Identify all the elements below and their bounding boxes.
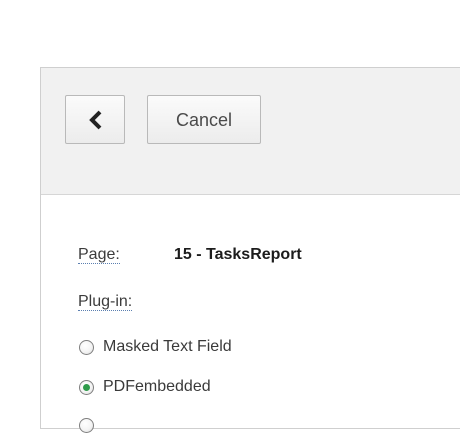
chevron-left-icon [89,110,102,130]
radio-button[interactable] [79,340,94,355]
back-button[interactable] [65,95,125,144]
radio-label: Masked Text Field [103,338,232,355]
cancel-button-label: Cancel [175,110,233,130]
dialog-toolbar: Cancel [41,68,460,195]
page-row: Page: 15 - TasksReport [78,246,302,264]
dialog-panel: Cancel Page: 15 - TasksReport Plug-in: M… [40,67,460,433]
page-label: Page: [78,246,120,264]
page-value: 15 - TasksReport [174,246,302,263]
cancel-button[interactable]: Cancel [147,95,261,144]
radio-label: PDFembedded [103,378,211,395]
radio-button-selected[interactable] [79,380,94,395]
plugin-label: Plug-in: [78,293,133,311]
radio-button[interactable] [79,418,94,433]
plugin-field: Plug-in: [78,293,133,311]
